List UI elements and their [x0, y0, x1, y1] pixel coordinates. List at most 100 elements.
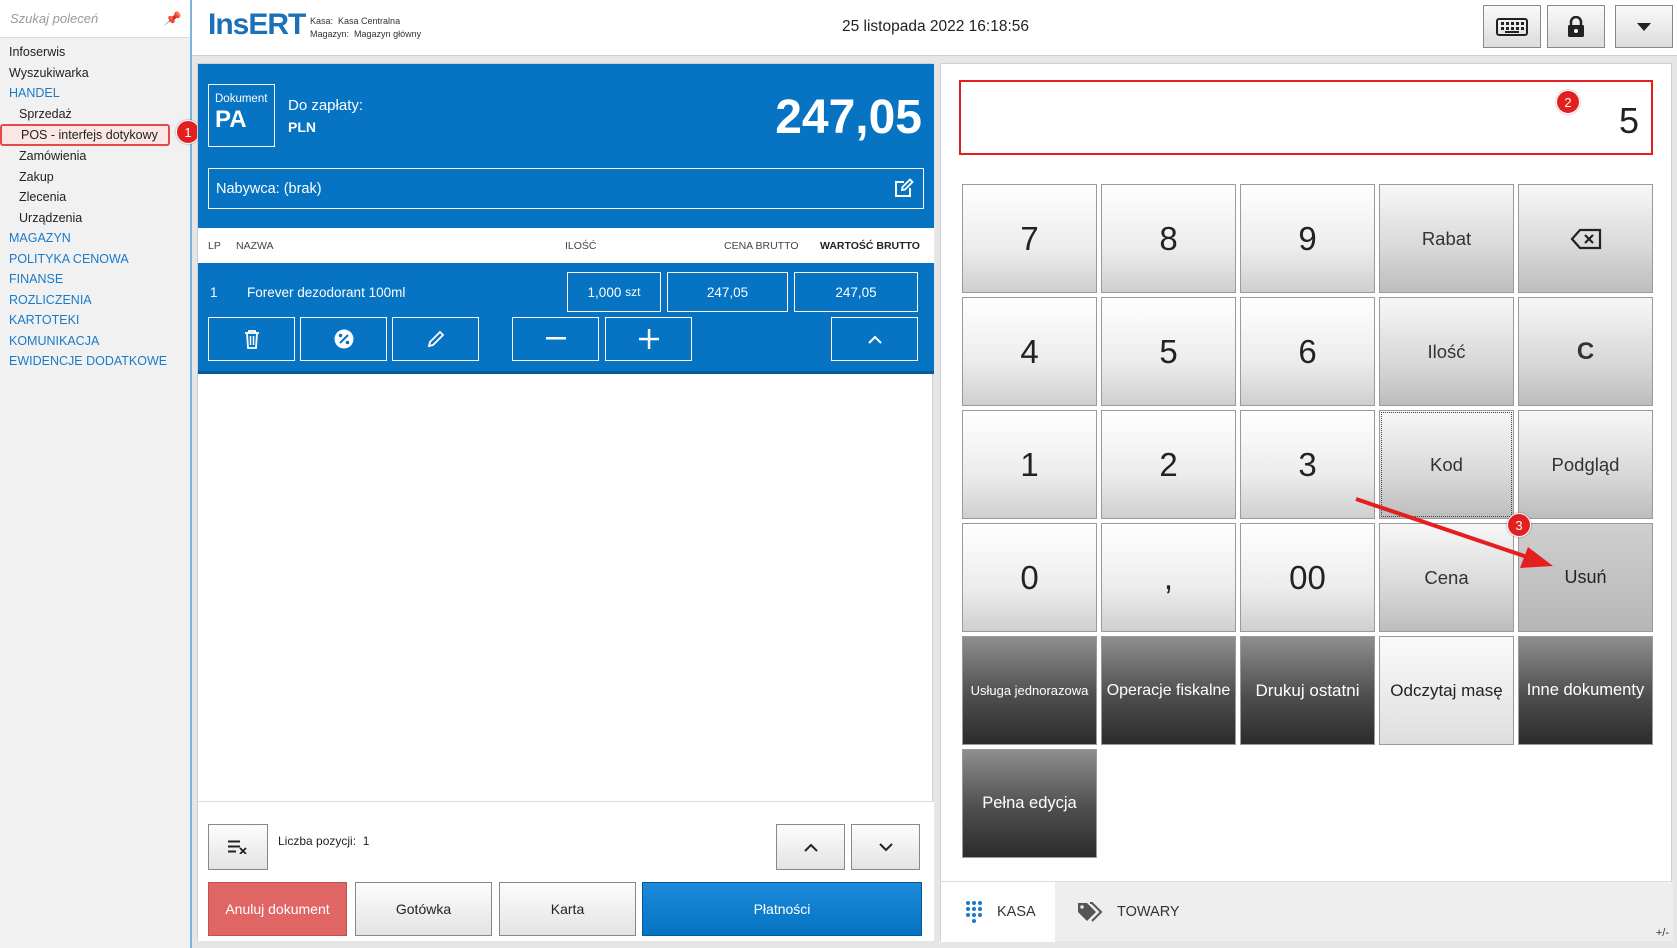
- edit-row-button[interactable]: [392, 317, 479, 361]
- nav-zamowienia[interactable]: Zamówienia: [0, 146, 190, 167]
- decrease-qty-button[interactable]: [512, 317, 599, 361]
- table-row[interactable]: 1 Forever dezodorant 100ml 1,000 szt 247…: [198, 263, 934, 374]
- chevron-down-icon: [878, 842, 893, 851]
- key-7[interactable]: 7: [962, 184, 1097, 293]
- menu-dropdown-button[interactable]: [1615, 5, 1673, 48]
- cash-button[interactable]: Gotówka: [355, 882, 492, 936]
- nav-infoserwis[interactable]: Infoserwis: [0, 42, 190, 63]
- odczytaj-mase-button[interactable]: Odczytaj masę: [1379, 636, 1514, 745]
- payments-button[interactable]: Płatności: [642, 882, 922, 936]
- key-0[interactable]: 0: [962, 523, 1097, 632]
- nav-sprzedaz[interactable]: Sprzedaż: [0, 104, 190, 125]
- pin-icon[interactable]: 📌: [164, 11, 180, 27]
- backspace-button[interactable]: [1518, 184, 1653, 293]
- nav-rozliczenia[interactable]: ROZLICZENIA: [0, 290, 190, 311]
- nav-komunikacja[interactable]: KOMUNIKACJA: [0, 331, 190, 352]
- usluga-jednorazowa-button[interactable]: Usługa jednorazowa: [962, 636, 1097, 745]
- key-comma[interactable]: ,: [1101, 523, 1236, 632]
- tab-towary[interactable]: TOWARY: [1055, 882, 1215, 942]
- key-9[interactable]: 9: [1240, 184, 1375, 293]
- backspace-icon: [1570, 228, 1601, 249]
- discount-row-button[interactable]: [300, 317, 387, 361]
- price-value: 247,05: [706, 284, 749, 300]
- toggle-sign-label[interactable]: +/-: [1656, 927, 1669, 939]
- key-2[interactable]: 2: [1101, 410, 1236, 519]
- kod-button[interactable]: Kod: [1379, 410, 1514, 519]
- keypad-display[interactable]: 2 5: [959, 80, 1653, 155]
- value-value: 247,05: [835, 284, 877, 300]
- qty-value: 1,000: [587, 284, 622, 300]
- key-3[interactable]: 3: [1240, 410, 1375, 519]
- positions-value: 1: [362, 834, 370, 848]
- qty-unit: szt: [625, 285, 641, 299]
- nav-magazyn[interactable]: MAGAZYN: [0, 228, 190, 249]
- delete-row-button[interactable]: [208, 317, 295, 361]
- col-name: NAZWA: [236, 240, 274, 252]
- key-5[interactable]: 5: [1101, 297, 1236, 406]
- nav-zlecenia[interactable]: Zlecenia: [0, 187, 190, 208]
- operacje-fiskalne-button[interactable]: Operacje fiskalne: [1101, 636, 1236, 745]
- key-6[interactable]: 6: [1240, 297, 1375, 406]
- qty-cell[interactable]: 1,000 szt: [567, 272, 661, 312]
- clear-button[interactable]: C: [1518, 297, 1653, 406]
- nav-zakup[interactable]: Zakup: [0, 167, 190, 188]
- search-placeholder: Szukaj poleceń: [10, 11, 99, 26]
- top-bar: InsERT Kasa: Kasa Centralna Magazyn: Mag…: [192, 0, 1677, 56]
- chevron-up-icon: [867, 335, 882, 344]
- app-window: Szukaj poleceń 📌 Infoserwis Wyszukiwarka…: [0, 0, 1677, 948]
- kasa-value: Kasa Centralna: [338, 16, 401, 26]
- collapse-row-button[interactable]: [831, 317, 918, 361]
- value-cell[interactable]: 247,05: [794, 272, 918, 312]
- search-box[interactable]: Szukaj poleceń 📌: [0, 0, 190, 38]
- nav-urzadzenia[interactable]: Urządzenia: [0, 208, 190, 229]
- buyer-label: Nabywca: (brak): [216, 180, 322, 197]
- drukuj-ostatni-button[interactable]: Drukuj ostatni: [1240, 636, 1375, 745]
- nav-pos[interactable]: POS - interfejs dotykowy: [0, 124, 170, 146]
- row-lp: 1: [210, 285, 218, 300]
- document-type-box[interactable]: Dokument PA: [208, 84, 275, 147]
- nav-kartoteki[interactable]: KARTOTEKI: [0, 310, 190, 331]
- usun-button[interactable]: Usuń: [1518, 523, 1653, 632]
- key-1[interactable]: 1: [962, 410, 1097, 519]
- inne-dokumenty-button[interactable]: Inne dokumenty: [1518, 636, 1653, 745]
- nav-ewidencje[interactable]: EWIDENCJE DODATKOWE: [0, 351, 190, 372]
- pencil-icon: [427, 330, 444, 348]
- rabat-button[interactable]: Rabat: [1379, 184, 1514, 293]
- col-qty: ILOŚĆ: [565, 240, 597, 252]
- nav-handel[interactable]: HANDEL: [0, 83, 190, 104]
- positions-count: Liczba pozycji: 1: [278, 834, 369, 848]
- receipt-panel: Dokument PA Do zapłaty: PLN 247,05 Nabyw…: [197, 63, 934, 941]
- col-value: WARTOŚĆ BRUTTO: [820, 240, 920, 252]
- clear-list-button[interactable]: [208, 824, 268, 870]
- keyboard-button[interactable]: [1483, 5, 1541, 48]
- keypad-panel: 2 5 7 8 9 Rabat 4 5 6 Ilość C 1 2 3 Kod …: [940, 63, 1673, 942]
- key-8[interactable]: 8: [1101, 184, 1236, 293]
- key-4[interactable]: 4: [962, 297, 1097, 406]
- lock-button[interactable]: [1547, 5, 1605, 48]
- scroll-down-button[interactable]: [851, 824, 920, 870]
- nav-polityka-cenowa[interactable]: POLITYKA CENOWA: [0, 249, 190, 270]
- cancel-document-button[interactable]: Anuluj dokument: [208, 882, 347, 936]
- station-info: Kasa: Kasa Centralna Magazyn: Magazyn gł…: [310, 15, 421, 41]
- podglad-button[interactable]: Podgląd: [1518, 410, 1653, 519]
- display-value: 5: [1618, 100, 1639, 141]
- pelna-edycja-button[interactable]: Pełna edycja: [962, 749, 1097, 858]
- items-table-header: LP NAZWA ILOŚĆ CENA BRUTTO WARTOŚĆ BRUTT…: [198, 228, 934, 263]
- magazyn-value: Magazyn główny: [354, 29, 422, 39]
- annotation-badge-3: 3: [1507, 513, 1531, 537]
- chevron-down-icon: [1637, 22, 1651, 31]
- edit-icon[interactable]: [894, 178, 914, 198]
- nav-finanse[interactable]: FINANSE: [0, 269, 190, 290]
- card-button[interactable]: Karta: [499, 882, 636, 936]
- tab-kasa[interactable]: KASA: [941, 882, 1055, 942]
- price-cell[interactable]: 247,05: [667, 272, 788, 312]
- buyer-field[interactable]: Nabywca: (brak): [208, 168, 924, 209]
- nav-wyszukiwarka[interactable]: Wyszukiwarka: [0, 63, 190, 84]
- col-lp: LP: [208, 240, 221, 252]
- cena-button[interactable]: Cena: [1379, 523, 1514, 632]
- scroll-up-button[interactable]: [776, 824, 845, 870]
- key-00[interactable]: 00: [1240, 523, 1375, 632]
- increase-qty-button[interactable]: [605, 317, 692, 361]
- trash-icon: [244, 330, 259, 349]
- ilosc-button[interactable]: Ilość: [1379, 297, 1514, 406]
